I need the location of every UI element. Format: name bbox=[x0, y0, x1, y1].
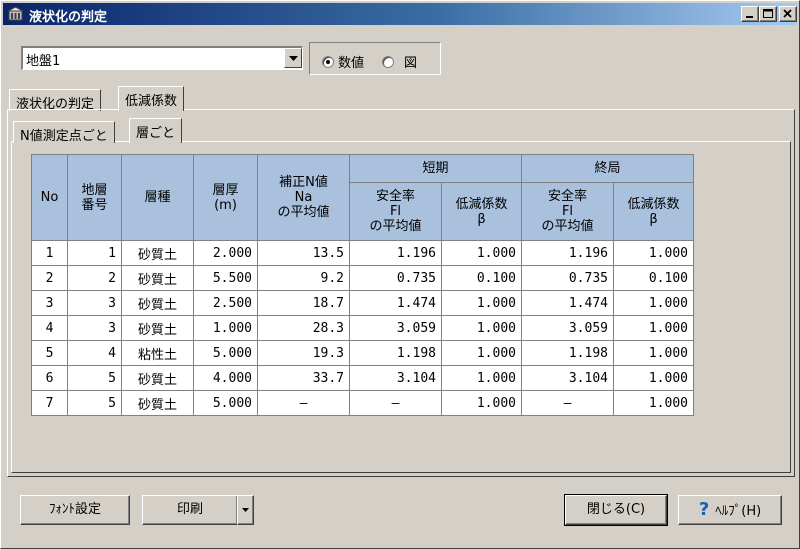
minimize-button[interactable] bbox=[741, 6, 759, 22]
maximize-icon bbox=[763, 9, 773, 18]
main-window: 液状化の判定 地盤1 数値 図 液状化の判定 低減係数 N値測定点ごと 層ごと … bbox=[0, 0, 800, 549]
table-row[interactable]: 2 2 砂質土 5.500 9.2 0.735 0.100 0.735 0.100 bbox=[31, 265, 694, 291]
title-bar[interactable]: 液状化の判定 bbox=[3, 3, 797, 25]
header-short-fl: 安全率 Fl の平均値 bbox=[349, 182, 442, 241]
ground-select[interactable]: 地盤1 bbox=[21, 46, 303, 70]
header-ultimate-reduction: 低減係数 β bbox=[613, 182, 694, 241]
help-button[interactable]: ? ﾍﾙﾌﾟ(H) bbox=[678, 495, 782, 525]
subtab-per-layer-label: 層ごと bbox=[136, 126, 176, 141]
subtab-n-value-points-label: N値測定点ごと bbox=[20, 129, 108, 144]
close-window-button[interactable] bbox=[779, 6, 797, 22]
header-n-value: 補正N値 Na の平均値 bbox=[257, 154, 350, 241]
header-ultimate-fl: 安全率 Fl の平均値 bbox=[521, 182, 614, 241]
data-grid: No 地層 番号 層種 層厚 (m) 補正N値 Na の平均値 短期 終局 安全率 Fl の… bbox=[31, 154, 694, 416]
header-thickness: 層厚 (m) bbox=[193, 154, 258, 241]
radio-figure-label: 図 bbox=[404, 56, 418, 71]
table-row[interactable]: 7 5 砂質土 5.000— —1.000—1.000 bbox=[31, 390, 694, 416]
table-row[interactable]: 1 1 砂質土 2.000 13.5 1.196 1.000 1.196 1.000 bbox=[31, 240, 694, 266]
header-short-term: 短期 bbox=[349, 154, 522, 183]
table-row[interactable]: 3 3 砂質土 2.500 18.7 1.474 1.000 1.474 1.000 bbox=[31, 290, 694, 316]
subtab-per-layer[interactable]: 層ごと bbox=[129, 118, 183, 143]
table-row[interactable]: 6 5 砂質土 4.000 33.7 3.104 1.000 3.104 1.000 bbox=[31, 365, 694, 391]
font-settings-button[interactable]: ﾌｫﾝﾄ設定 bbox=[20, 495, 130, 525]
radio-numeric-label: 数値 bbox=[338, 56, 365, 71]
chevron-down-icon bbox=[289, 56, 298, 61]
help-button-label: ﾍﾙﾌﾟ(H) bbox=[715, 504, 762, 519]
header-no: No bbox=[31, 154, 68, 241]
ground-select-value: 地盤1 bbox=[26, 54, 61, 69]
tab-reduction-coefficient[interactable]: 低減係数 bbox=[118, 86, 185, 111]
reduction-table: No 地層 番号 層種 層厚 (m) 補正N値 Na の平均値 短期 終局 安全率 Fl の… bbox=[31, 154, 694, 416]
subtab-n-value-points[interactable]: N値測定点ごと bbox=[13, 121, 115, 144]
print-dropdown-button[interactable] bbox=[237, 495, 254, 525]
window-title: 液状化の判定 bbox=[29, 10, 108, 25]
help-icon: ? bbox=[698, 499, 710, 520]
tab-reduction-coefficient-label: 低減係数 bbox=[125, 94, 178, 109]
print-button[interactable]: 印刷 bbox=[142, 495, 238, 525]
view-mode-group: 数値 図 bbox=[309, 42, 441, 75]
ground-select-dropdown-button[interactable] bbox=[284, 48, 302, 68]
minimize-icon bbox=[746, 16, 753, 18]
table-row[interactable]: 5 4 粘性土 5.000 19.3 1.198 1.000 1.198 1.000 bbox=[31, 340, 694, 366]
building-icon bbox=[7, 6, 24, 21]
header-ultimate: 終局 bbox=[521, 154, 694, 183]
radio-numeric-indicator[interactable] bbox=[322, 55, 334, 68]
radio-figure-indicator[interactable] bbox=[382, 55, 394, 68]
header-short-reduction: 低減係数 β bbox=[441, 182, 522, 241]
close-button[interactable]: 閉じる(C) bbox=[564, 494, 668, 526]
radio-figure[interactable]: 図 bbox=[382, 52, 417, 71]
header-layer-number: 地層 番号 bbox=[67, 154, 122, 241]
header-soil-type: 層種 bbox=[121, 154, 194, 241]
table-row[interactable]: 4 3 砂質土 1.000 28.3 3.059 1.000 3.059 1.000 bbox=[31, 315, 694, 341]
close-icon bbox=[783, 9, 792, 18]
chevron-down-icon bbox=[242, 508, 249, 512]
tab-liquefaction[interactable]: 液状化の判定 bbox=[9, 89, 102, 112]
radio-numeric[interactable]: 数値 bbox=[322, 52, 364, 71]
maximize-button[interactable] bbox=[759, 6, 777, 22]
